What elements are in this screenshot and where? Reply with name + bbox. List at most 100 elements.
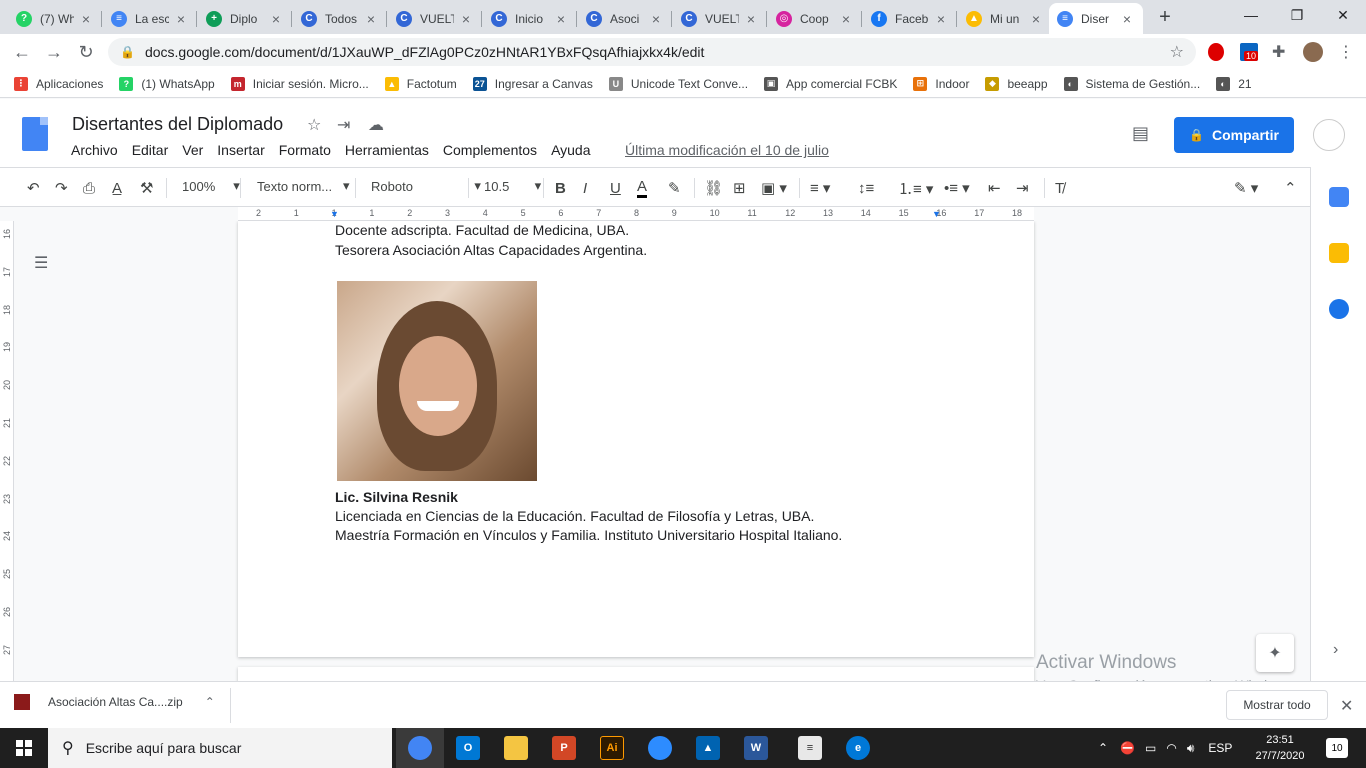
bookmark-star-icon[interactable]: ☆ (1170, 42, 1184, 62)
close-tab-icon[interactable]: × (933, 11, 949, 27)
taskbar-edge[interactable]: e (834, 728, 882, 768)
taskbar-search[interactable]: ⚲ Escribe aquí para buscar (48, 728, 392, 768)
insert-image-icon[interactable]: ▣ ▾ (761, 178, 787, 198)
maximize-button[interactable]: ❐ (1274, 0, 1320, 30)
taskbar-outlook[interactable]: O (444, 728, 492, 768)
profile-avatar[interactable] (1303, 42, 1323, 62)
menu-item[interactable]: Ver (182, 142, 203, 158)
redo-icon[interactable]: ↷ (55, 178, 68, 198)
reload-button[interactable]: ↻ (74, 40, 98, 64)
spellcheck-icon[interactable]: A̲ (112, 178, 122, 198)
text-color-icon[interactable]: A (637, 178, 648, 198)
back-button[interactable]: ← (10, 40, 34, 64)
new-tab-button[interactable]: + (1154, 6, 1176, 28)
browser-tab[interactable]: + Diplo × (198, 3, 292, 34)
menu-item[interactable]: Formato (279, 142, 331, 158)
cloud-saved-icon[interactable]: ☁ (368, 115, 384, 135)
browser-tab[interactable]: C Todos × (293, 3, 387, 34)
zoom-select[interactable]: 100% ▾ (182, 178, 240, 194)
chevron-up-icon[interactable]: ⌃ (205, 695, 215, 709)
bold-icon[interactable]: B (555, 178, 566, 198)
clear-formatting-icon[interactable]: T̸ (1055, 178, 1064, 198)
bookmark-item[interactable]: ▣ App comercial FCBK (764, 76, 897, 91)
star-icon[interactable]: ☆ (307, 115, 321, 135)
comment-history-icon[interactable]: ▤ (1132, 123, 1149, 144)
chevron-up-icon[interactable]: ⌃ (1098, 741, 1108, 755)
taskbar-word[interactable]: W (732, 728, 780, 768)
minimize-button[interactable]: — (1228, 0, 1274, 30)
browser-tab[interactable]: ≡ Diser × (1049, 3, 1143, 34)
numbered-list-icon[interactable]: ⒈≡ ▾ (898, 178, 933, 198)
move-folder-icon[interactable]: ⇥ (337, 115, 350, 135)
insert-comment-icon[interactable]: ⊞ (733, 178, 746, 198)
bookmark-item[interactable]: ? (1) WhatsApp (119, 76, 215, 91)
close-tab-icon[interactable]: × (1028, 11, 1044, 27)
document-page[interactable] (238, 667, 1034, 681)
close-download-bar-icon[interactable]: ✕ (1340, 696, 1353, 716)
bookmark-item[interactable]: ▲ Factotum (384, 76, 457, 91)
bulleted-list-icon[interactable]: •≡ ▾ (944, 178, 970, 198)
address-bar[interactable]: 🔒 docs.google.com/document/d/1JXauWP_dFZ… (108, 38, 1196, 66)
clock[interactable]: 23:51 27/7/2020 (1250, 732, 1310, 764)
close-tab-icon[interactable]: × (78, 11, 94, 27)
taskbar-explorer[interactable] (492, 728, 540, 768)
browser-tab[interactable]: ≡ La esc × (103, 3, 197, 34)
italic-icon[interactable]: I (583, 178, 587, 198)
expand-panel-icon[interactable]: › (1333, 641, 1338, 659)
close-tab-icon[interactable]: × (838, 11, 854, 27)
bookmark-item[interactable]: U Unicode Text Conve... (608, 76, 748, 91)
close-tab-icon[interactable]: × (1119, 11, 1135, 27)
paint-format-icon[interactable]: ⚒ (140, 178, 153, 198)
style-select[interactable]: Texto norm... ▾ (257, 178, 350, 194)
menu-item[interactable]: Insertar (217, 142, 264, 158)
bookmark-item[interactable]: ◆ beeapp (985, 76, 1048, 91)
taskbar-chrome[interactable] (396, 728, 444, 768)
close-tab-icon[interactable]: × (363, 11, 379, 27)
document-title[interactable]: Disertantes del Diplomado (72, 114, 283, 135)
browser-menu-icon[interactable]: ⋮ (1338, 42, 1354, 62)
docs-logo-icon[interactable] (22, 117, 48, 151)
close-tab-icon[interactable]: × (173, 11, 189, 27)
increase-indent-icon[interactable]: ⇥ (1016, 178, 1029, 198)
volume-icon[interactable]: 🔊︎ (1187, 741, 1195, 756)
forward-button[interactable]: → (42, 40, 66, 64)
tasks-icon[interactable] (1329, 299, 1349, 319)
highlight-icon[interactable]: ✎ (668, 178, 681, 198)
browser-tab[interactable]: ▲ Mi un × (958, 3, 1052, 34)
menu-item[interactable]: Archivo (71, 142, 118, 158)
explore-button[interactable]: ✦ (1256, 634, 1294, 672)
close-tab-icon[interactable]: × (553, 11, 569, 27)
linkedin-extension-icon[interactable]: 10 (1240, 43, 1259, 61)
line-spacing-icon[interactable]: ↕≡ (858, 178, 874, 198)
browser-tab[interactable]: C Inicio × (483, 3, 577, 34)
browser-tab[interactable]: C VUELT × (673, 3, 767, 34)
bookmark-item[interactable]: ◐ 21 (1216, 76, 1252, 91)
browser-tab[interactable]: f Faceb × (863, 3, 957, 34)
menu-item[interactable]: Complementos (443, 142, 537, 158)
close-tab-icon[interactable]: × (743, 11, 759, 27)
menu-item[interactable]: Ayuda (551, 142, 590, 158)
share-button[interactable]: 🔒 Compartir (1174, 117, 1294, 153)
browser-tab[interactable]: ? (7) Wh × (8, 3, 102, 34)
collapse-toolbar-icon[interactable]: ⌃ (1284, 178, 1297, 198)
last-modified-link[interactable]: Última modificación el 10 de julio (625, 142, 829, 158)
bookmark-item[interactable]: ⊞ Indoor (913, 76, 969, 91)
bookmark-item[interactable]: 27 Ingresar a Canvas (472, 76, 593, 91)
document-page[interactable]: Docente adscripta. Facultad de Medicina,… (238, 221, 1034, 657)
left-indent-marker[interactable]: ▼ (330, 209, 339, 219)
browser-tab[interactable]: C Asoci × (578, 3, 672, 34)
close-tab-icon[interactable]: × (458, 11, 474, 27)
taskbar-photos[interactable]: ▲ (684, 728, 732, 768)
font-select[interactable]: Roboto ▾ (371, 178, 481, 194)
taskbar-illustrator[interactable]: Ai (588, 728, 636, 768)
browser-tab[interactable]: ◎ Coop × (768, 3, 862, 34)
undo-icon[interactable]: ↶ (27, 178, 40, 198)
right-indent-marker[interactable]: ▼ (932, 209, 941, 219)
taskbar-zoom[interactable] (636, 728, 684, 768)
underline-icon[interactable]: U (610, 178, 621, 198)
bookmark-item[interactable]: ◐ Sistema de Gestión... (1063, 76, 1200, 91)
speaker-photo[interactable] (337, 281, 537, 481)
start-button[interactable] (0, 728, 48, 768)
language-indicator[interactable]: ESP (1208, 741, 1232, 755)
keep-icon[interactable] (1329, 243, 1349, 263)
